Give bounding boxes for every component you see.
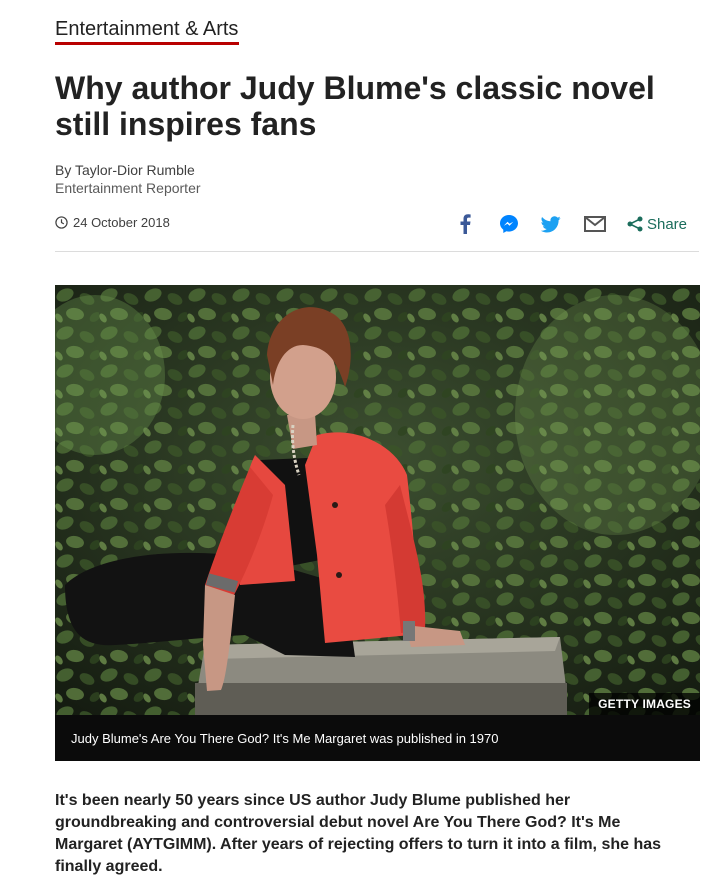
meta-row: 24 October 2018 Share bbox=[55, 210, 699, 252]
section-underline bbox=[55, 42, 239, 45]
byline: By Taylor-Dior Rumble Entertainment Repo… bbox=[55, 161, 201, 197]
image-caption: Judy Blume's Are You There God? It's Me … bbox=[55, 715, 700, 761]
date-text: 24 October 2018 bbox=[73, 215, 170, 230]
share-label: Share bbox=[646, 215, 687, 233]
share-tools: Share bbox=[453, 212, 687, 236]
section-link[interactable]: Entertainment & Arts bbox=[55, 18, 238, 45]
publish-date: 24 October 2018 bbox=[55, 215, 170, 230]
author-role: Entertainment Reporter bbox=[55, 180, 201, 196]
article-intro: It's been nearly 50 years since US autho… bbox=[55, 792, 662, 875]
messenger-icon[interactable] bbox=[497, 212, 521, 236]
email-icon[interactable] bbox=[583, 212, 607, 236]
article-figure: GETTY IMAGES Judy Blume's Are You There … bbox=[55, 285, 700, 761]
clock-icon bbox=[55, 216, 68, 229]
share-icon bbox=[627, 216, 643, 232]
author-name: By Taylor-Dior Rumble bbox=[55, 162, 195, 178]
headline: Why author Judy Blume's classic novel st… bbox=[55, 70, 655, 142]
article-photo bbox=[55, 285, 700, 715]
image-credit: GETTY IMAGES bbox=[589, 693, 700, 715]
twitter-icon[interactable] bbox=[539, 212, 563, 236]
facebook-icon[interactable] bbox=[453, 212, 477, 236]
share-button[interactable]: Share bbox=[627, 212, 687, 236]
